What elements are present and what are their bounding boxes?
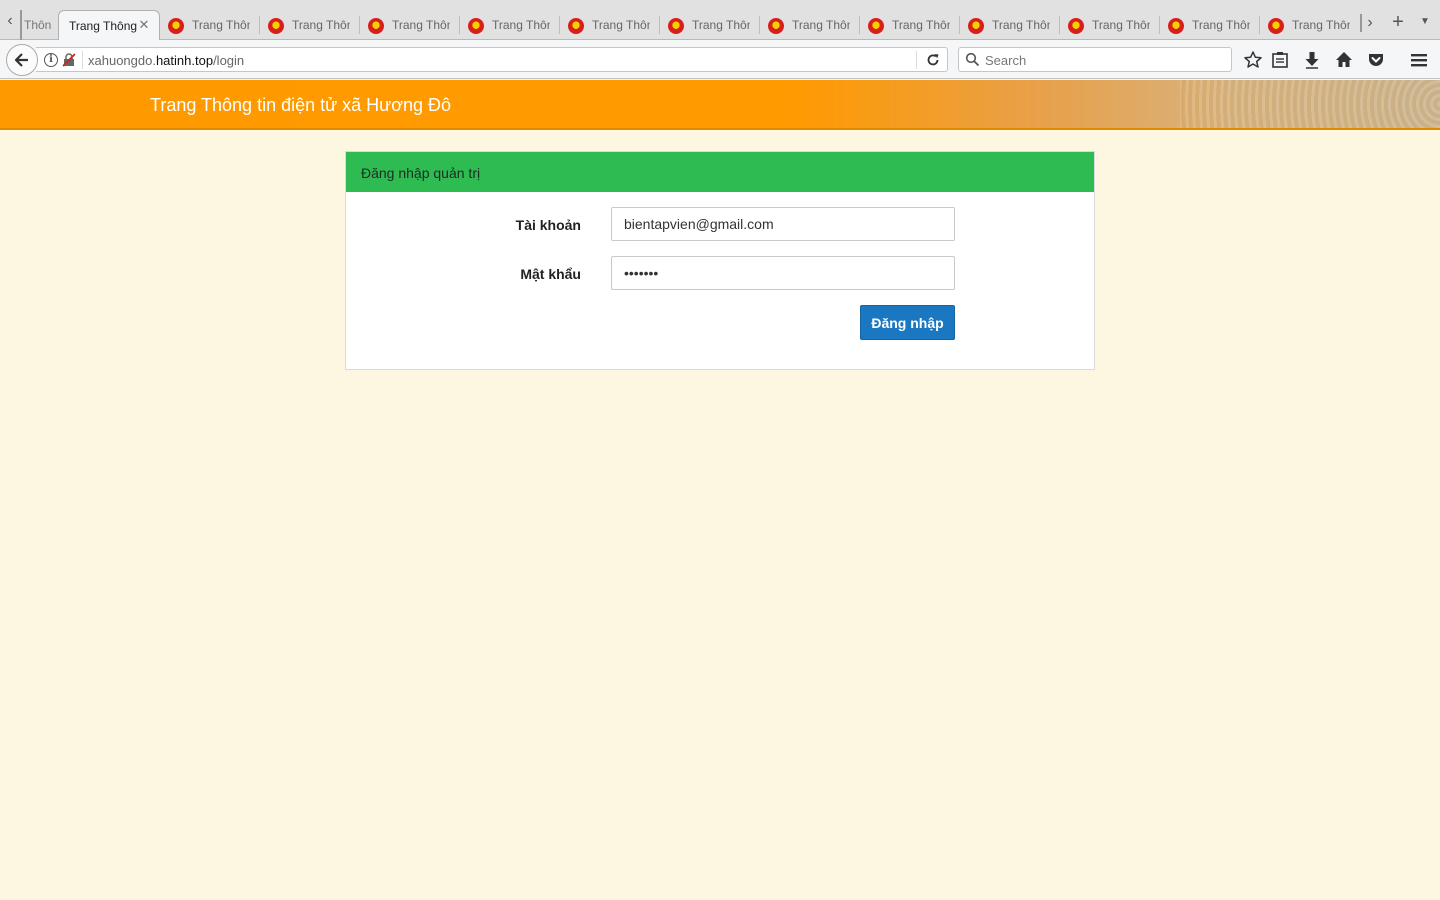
new-tab-icon[interactable]: + — [1388, 12, 1408, 32]
search-icon — [965, 52, 980, 67]
emblem-favicon-icon — [568, 18, 584, 34]
search-placeholder: Search — [985, 53, 1027, 68]
tab-title: Trang Thôn — [192, 18, 250, 32]
tab-list-dropdown-icon[interactable]: ▼ — [1416, 15, 1434, 29]
url-prefix: xahuongdo. — [88, 53, 156, 68]
tab-title: Thôn — [24, 18, 52, 32]
reload-icon[interactable] — [924, 51, 942, 69]
tab-active[interactable]: Trang Thông ✕ — [58, 10, 160, 41]
tab-partial[interactable]: Thôn — [20, 10, 54, 40]
tab-title: Trang Thôn — [492, 18, 550, 32]
tab-strip: ‹ Thôn Trang Thông ✕ Trang Thôn Trang Th… — [0, 0, 1440, 41]
username-label: Tài khoản — [515, 217, 581, 233]
tab[interactable]: Trang Thôn — [160, 10, 260, 40]
home-icon[interactable] — [1334, 50, 1354, 70]
tab[interactable]: Trang Thôn — [260, 10, 360, 40]
tab-scroll-left-icon[interactable]: ‹ — [2, 12, 18, 30]
emblem-favicon-icon — [868, 18, 884, 34]
password-field[interactable] — [611, 256, 955, 290]
insecure-lock-icon[interactable] — [62, 53, 76, 67]
tab-title: Trang Thông — [69, 19, 137, 33]
url-divider — [82, 51, 83, 69]
emblem-favicon-icon — [1268, 18, 1284, 34]
site-title[interactable]: Trang Thông tin điện tử xã Hương Đô — [150, 95, 451, 116]
username-field[interactable] — [611, 207, 955, 241]
search-bar[interactable]: Search — [958, 47, 1232, 72]
tab[interactable]: Trang Thôn — [960, 10, 1060, 40]
header-emblem-decoration — [1180, 80, 1440, 128]
emblem-favicon-icon — [468, 18, 484, 34]
back-arrow-icon — [14, 53, 28, 67]
url-host: hatinh.top — [155, 53, 214, 68]
tab[interactable]: Trang Thôn — [1060, 10, 1160, 40]
menu-icon[interactable] — [1409, 50, 1429, 70]
tab-scroll-right-icon[interactable]: › — [1360, 14, 1378, 32]
pocket-icon[interactable] — [1366, 50, 1386, 70]
emblem-favicon-icon — [1068, 18, 1084, 34]
panel-title: Đăng nhập quản trị — [361, 165, 481, 181]
tab[interactable]: Trang Thôn — [760, 10, 860, 40]
tab-title: Trang Thôn — [792, 18, 850, 32]
bookmark-star-icon[interactable] — [1243, 50, 1263, 70]
tab[interactable]: Trang Thôn — [860, 10, 960, 40]
tab-title: Trang Thôn — [292, 18, 350, 32]
tab-title: Trang Thôn — [592, 18, 650, 32]
tab[interactable]: Trang Thôn — [1260, 10, 1360, 40]
login-button[interactable]: Đăng nhập — [860, 305, 955, 340]
nav-bar: i xahuongdo.hatinh.top/login Search — [0, 40, 1440, 79]
tab-title: Trang Thôn — [1292, 18, 1350, 32]
tab-title: Trang Thôn — [1092, 18, 1150, 32]
url-text[interactable]: xahuongdo.hatinh.top/login — [88, 53, 244, 68]
url-path: /login — [213, 53, 245, 68]
login-panel: Đăng nhập quản trị Tài khoản Mật khẩu Đă… — [345, 151, 1095, 370]
tab[interactable]: Trang Thôn — [360, 10, 460, 40]
tab-title: Trang Thôn — [1192, 18, 1250, 32]
info-icon[interactable]: i — [44, 53, 58, 67]
emblem-favicon-icon — [268, 18, 284, 34]
download-icon[interactable] — [1302, 50, 1322, 70]
site-header: Trang Thông tin điện tử xã Hương Đô — [0, 80, 1440, 130]
tab[interactable]: Trang Thôn — [460, 10, 560, 40]
tab-title: Trang Thôn — [692, 18, 750, 32]
emblem-favicon-icon — [368, 18, 384, 34]
emblem-favicon-icon — [668, 18, 684, 34]
url-divider — [916, 51, 917, 69]
back-button[interactable] — [6, 44, 38, 76]
tab-title: Trang Thôn — [992, 18, 1050, 32]
tab[interactable]: Trang Thôn — [560, 10, 660, 40]
tab[interactable]: Trang Thôn — [660, 10, 760, 40]
tab-title: Trang Thôn — [392, 18, 450, 32]
emblem-favicon-icon — [768, 18, 784, 34]
emblem-favicon-icon — [1168, 18, 1184, 34]
reading-list-icon[interactable] — [1270, 50, 1290, 70]
tab-title: Trang Thôn — [892, 18, 950, 32]
tab[interactable]: Trang Thôn — [1160, 10, 1260, 40]
panel-heading: Đăng nhập quản trị — [346, 152, 1094, 192]
password-label: Mật khẩu — [520, 266, 581, 282]
close-icon[interactable]: ✕ — [137, 18, 151, 32]
url-bar[interactable]: i xahuongdo.hatinh.top/login — [36, 47, 948, 72]
emblem-favicon-icon — [168, 18, 184, 34]
emblem-favicon-icon — [968, 18, 984, 34]
